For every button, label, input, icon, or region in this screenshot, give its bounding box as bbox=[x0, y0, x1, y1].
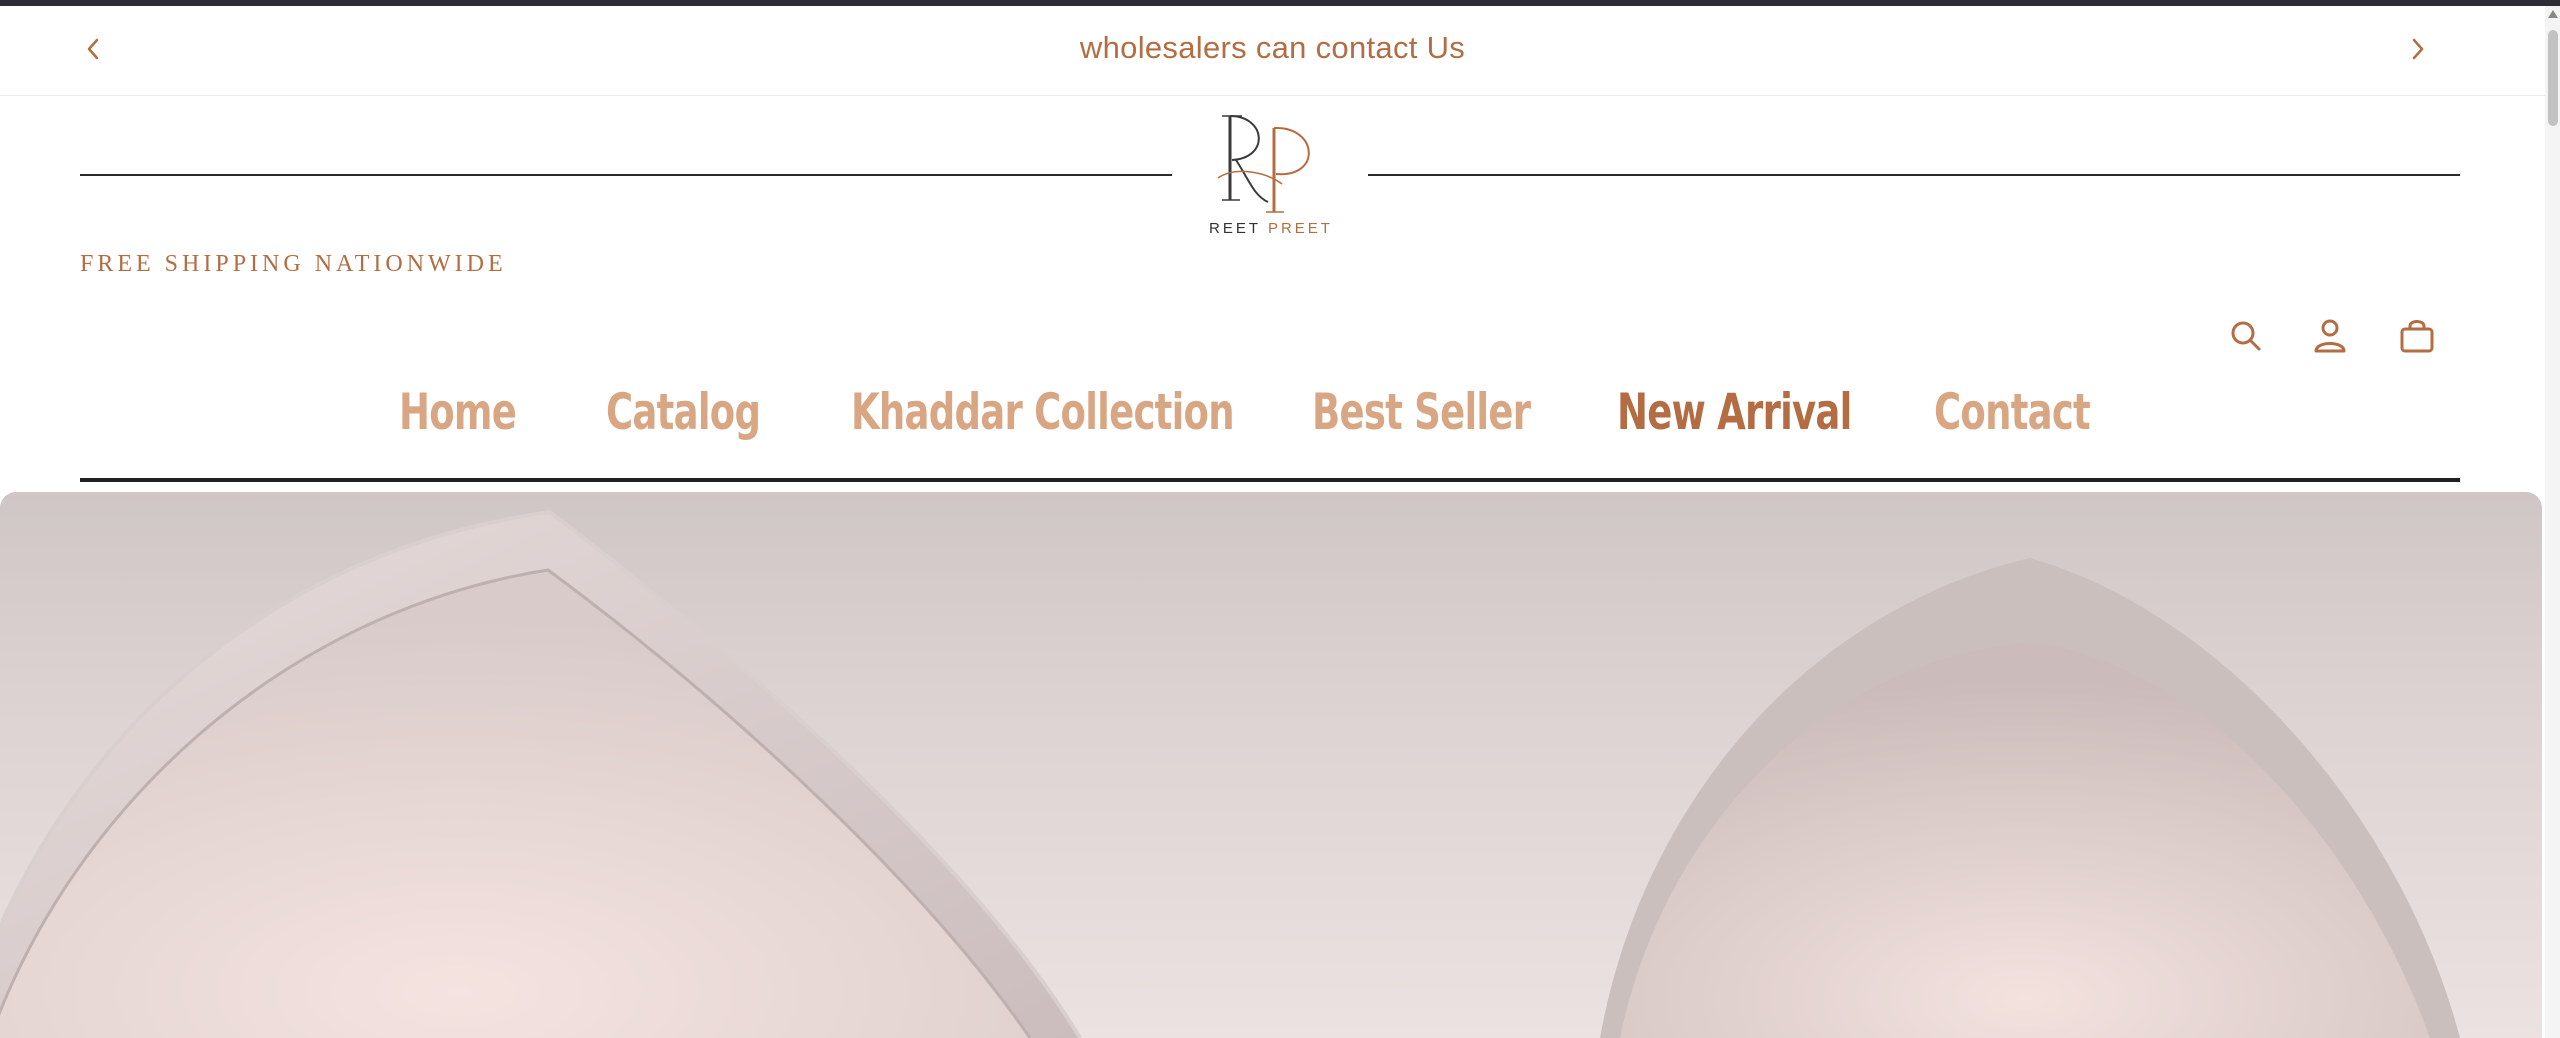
nav-item-new-arrival[interactable]: New Arrival bbox=[1617, 382, 1852, 442]
nav-divider bbox=[80, 478, 2460, 482]
brand-name-first: REET bbox=[1209, 220, 1261, 237]
header-icons bbox=[0, 316, 2545, 356]
search-button[interactable] bbox=[2226, 316, 2266, 356]
account-icon bbox=[2314, 319, 2346, 353]
hero-banner-image[interactable] bbox=[0, 492, 2542, 1038]
page-scrollbar[interactable] bbox=[2545, 6, 2560, 1038]
nav-item-contact[interactable]: Contact bbox=[1934, 382, 2091, 442]
arch-niche-illustration bbox=[0, 509, 2460, 1038]
nav-item-best-seller[interactable]: Best Seller bbox=[1312, 382, 1531, 442]
monogram-logo-icon bbox=[1217, 115, 1310, 213]
nav-item-home[interactable]: Home bbox=[399, 382, 517, 442]
announcement-text[interactable]: wholesalers can contact Us bbox=[0, 30, 2545, 66]
search-icon bbox=[2231, 321, 2261, 351]
nav-item-khaddar-collection[interactable]: Khaddar Collection bbox=[851, 382, 1235, 442]
chevron-right-icon bbox=[2412, 38, 2424, 60]
scrollbar-thumb[interactable] bbox=[2548, 30, 2558, 126]
brand-name: REET PREET bbox=[1196, 220, 1346, 237]
announcement-bar: wholesalers can contact Us bbox=[0, 6, 2545, 96]
account-button[interactable] bbox=[2310, 316, 2350, 356]
free-shipping-text: FREE SHIPPING NATIONWIDE bbox=[80, 251, 507, 277]
brand-name-second: PREET bbox=[1267, 220, 1333, 237]
main-nav: Home Catalog Khaddar Collection Best Sel… bbox=[0, 382, 2480, 442]
scroll-up-arrow-icon[interactable] bbox=[2548, 10, 2558, 18]
nav-item-catalog[interactable]: Catalog bbox=[606, 382, 761, 442]
header-rule-left bbox=[80, 174, 1172, 176]
cart-icon bbox=[2400, 320, 2434, 353]
brand-logo[interactable]: REET PREET bbox=[1196, 108, 1346, 240]
announcement-next-button[interactable] bbox=[2401, 32, 2435, 66]
cart-button[interactable] bbox=[2397, 316, 2437, 356]
header-rule-right bbox=[1368, 174, 2460, 176]
